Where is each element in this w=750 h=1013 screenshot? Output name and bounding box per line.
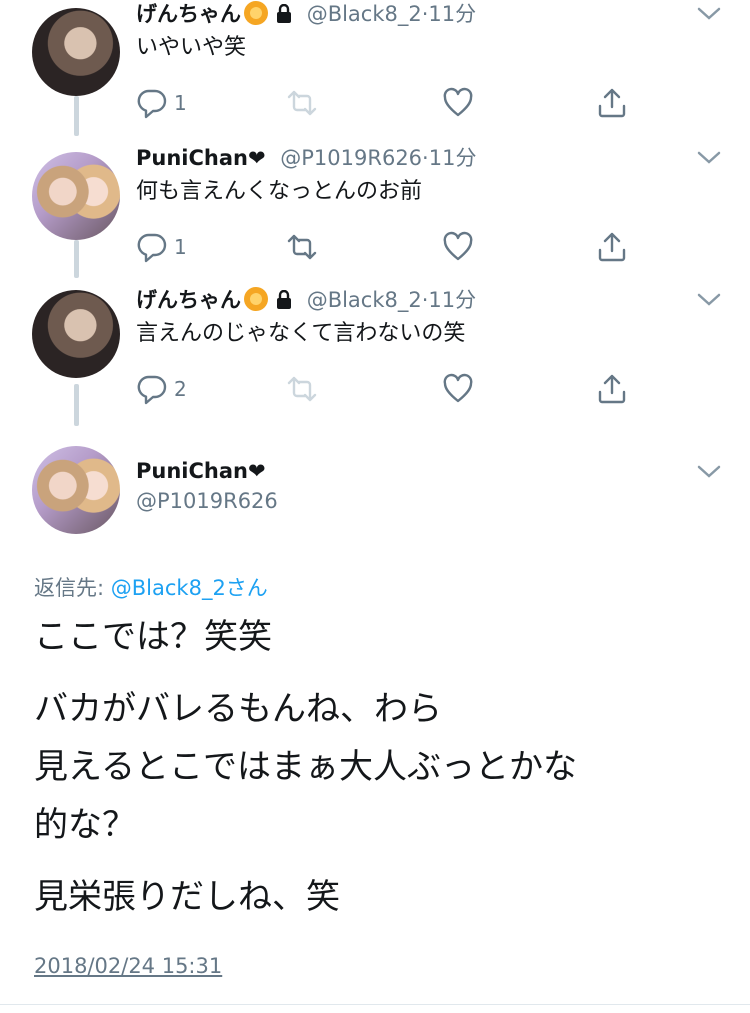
share-button[interactable] <box>596 372 628 406</box>
main-text-line: 的な？ <box>34 805 136 845</box>
reply-icon <box>137 233 167 263</box>
lock-icon <box>277 290 291 309</box>
share-button[interactable] <box>596 86 628 120</box>
chevron-down-icon[interactable] <box>696 290 722 310</box>
tweet[interactable]: げんちゃん @Black8_2·11分 言えんのじゃなくて言わないの笑 2 <box>0 286 750 426</box>
reply-count: 2 <box>174 377 187 401</box>
share-button[interactable] <box>596 230 628 264</box>
avatar[interactable] <box>32 290 120 378</box>
handle[interactable]: @P1019R626 <box>280 146 422 170</box>
reply-context: 返信先: @Black8_2さん <box>34 572 268 602</box>
action-bar: 2 <box>136 372 636 406</box>
heart-icon <box>443 87 473 117</box>
chevron-down-icon[interactable] <box>696 4 722 24</box>
like-button[interactable] <box>442 230 474 264</box>
tweet-text: 何も言えんくなっとんのお前 <box>136 179 423 204</box>
main-text-line: 見えるとこではまぁ大人ぶっとかな <box>34 747 577 787</box>
share-icon <box>598 232 626 262</box>
like-button[interactable] <box>442 372 474 406</box>
retweet-button[interactable] <box>286 86 318 120</box>
reply-target-link[interactable]: @Black8_2さん <box>111 576 268 600</box>
heart-icon <box>443 373 473 403</box>
display-name[interactable]: PuniChan❤ <box>136 146 266 170</box>
tweet-header: げんちゃん @Black8_2·11分 <box>136 1 477 26</box>
share-icon <box>598 374 626 404</box>
handle[interactable]: @P1019R626 <box>136 486 278 516</box>
reply-icon <box>137 89 167 119</box>
retweet-icon <box>287 234 317 260</box>
divider <box>0 1004 750 1005</box>
handle[interactable]: @Black8_2 <box>307 2 422 26</box>
tweet-header: げんちゃん @Black8_2·11分 <box>136 287 477 312</box>
reply-icon <box>137 375 167 405</box>
timestamp[interactable]: 11分 <box>429 146 477 170</box>
reply-count: 1 <box>174 91 187 115</box>
action-bar: 1 <box>136 230 636 264</box>
main-text-line: バカがバレるもんね、わら <box>34 689 442 729</box>
retweet-button[interactable] <box>286 372 318 406</box>
tweet-timestamp[interactable]: 2018/02/24 15:31 <box>34 954 222 978</box>
share-icon <box>598 88 626 118</box>
lion-emoji-icon <box>244 287 268 311</box>
retweet-icon <box>287 376 317 402</box>
reply-button[interactable]: 1 <box>136 230 187 264</box>
timestamp[interactable]: 11分 <box>428 2 476 26</box>
main-text-line: ここでは？笑笑 <box>34 617 272 657</box>
reply-button[interactable]: 1 <box>136 86 187 120</box>
reply-button[interactable]: 2 <box>136 372 187 406</box>
main-tweet-header: PuniChan❤ @P1019R626 <box>136 456 278 516</box>
retweet-icon <box>287 90 317 116</box>
avatar[interactable] <box>32 152 120 240</box>
heart-icon <box>443 231 473 261</box>
display-name[interactable]: げんちゃん <box>136 288 241 312</box>
like-button[interactable] <box>442 86 474 120</box>
tweet[interactable]: PuniChan❤ @P1019R626·11分 何も言えんくなっとんのお前 1 <box>0 144 750 284</box>
display-name[interactable]: PuniChan❤ <box>136 456 278 486</box>
handle[interactable]: @Black8_2 <box>307 288 422 312</box>
reply-label: 返信先: <box>34 576 105 600</box>
timestamp[interactable]: 11分 <box>428 288 476 312</box>
retweet-button[interactable] <box>286 230 318 264</box>
lion-emoji-icon <box>244 1 268 25</box>
chevron-down-icon[interactable] <box>696 462 722 482</box>
tweet-text: いやいや笑 <box>136 35 247 60</box>
main-text-line: 見栄張りだしね、笑 <box>34 877 340 917</box>
tweet[interactable]: げんちゃん @Black8_2·11分 いやいや笑 1 <box>0 0 750 140</box>
action-bar: 1 <box>136 86 636 120</box>
tweet-header: PuniChan❤ @P1019R626·11分 <box>136 146 477 170</box>
lock-icon <box>277 4 291 23</box>
display-name[interactable]: げんちゃん <box>136 2 241 26</box>
reply-count: 1 <box>174 235 187 259</box>
tweet-text: 言えんのじゃなくて言わないの笑 <box>136 321 466 346</box>
main-avatar[interactable] <box>32 446 120 534</box>
chevron-down-icon[interactable] <box>696 148 722 168</box>
avatar[interactable] <box>32 8 120 96</box>
